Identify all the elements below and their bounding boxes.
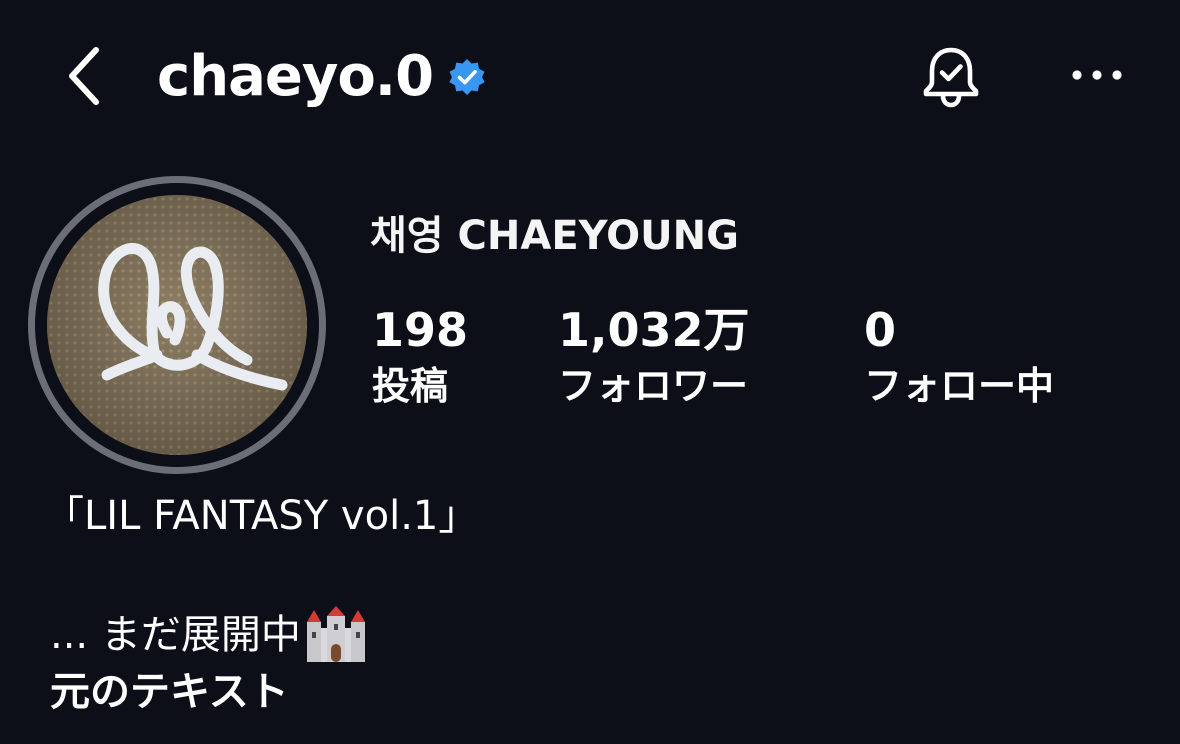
followers-count: 1,032万 [558, 303, 750, 357]
chevron-left-icon [69, 47, 99, 105]
followers-label: フォロワー [558, 364, 749, 408]
following-count: 0 [864, 303, 897, 357]
posts-count: 198 [372, 303, 469, 357]
display-name: 채영 CHAEYOUNG [370, 213, 739, 259]
castle-icon [306, 606, 365, 662]
bio-spacer [44, 544, 1144, 606]
profile-header: chaeyo.0 [0, 0, 1180, 150]
bio-more-text: ... まだ展開中 [50, 612, 301, 658]
username-row: chaeyo.0 [157, 40, 487, 114]
bell-check-icon [923, 47, 979, 108]
posts-label: 投稿 [372, 364, 449, 408]
verified-badge-icon [447, 57, 487, 97]
following-label: フォロー中 [864, 364, 1055, 408]
stat-followers[interactable]: 1,032万 フォロワー [558, 302, 750, 414]
bio: 「LIL FANTASY vol.1」 ... まだ展開中 元のテキスト [44, 488, 1144, 720]
bio-title: 「LIL FANTASY vol.1」 [44, 493, 479, 539]
avatar-image [47, 195, 307, 455]
stat-following[interactable]: 0 フォロー中 [864, 302, 1054, 414]
notification-button[interactable] [915, 42, 987, 110]
stat-posts[interactable]: 198 投稿 [372, 302, 468, 414]
avatar[interactable] [47, 195, 307, 455]
more-options-button[interactable] [1065, 50, 1129, 100]
username: chaeyo.0 [157, 44, 434, 109]
more-horizontal-icon [1072, 70, 1122, 80]
bio-more-line: ... まだ展開中 [50, 606, 1144, 664]
see-original-link[interactable]: 元のテキスト [50, 664, 1144, 720]
back-button[interactable] [56, 42, 112, 110]
